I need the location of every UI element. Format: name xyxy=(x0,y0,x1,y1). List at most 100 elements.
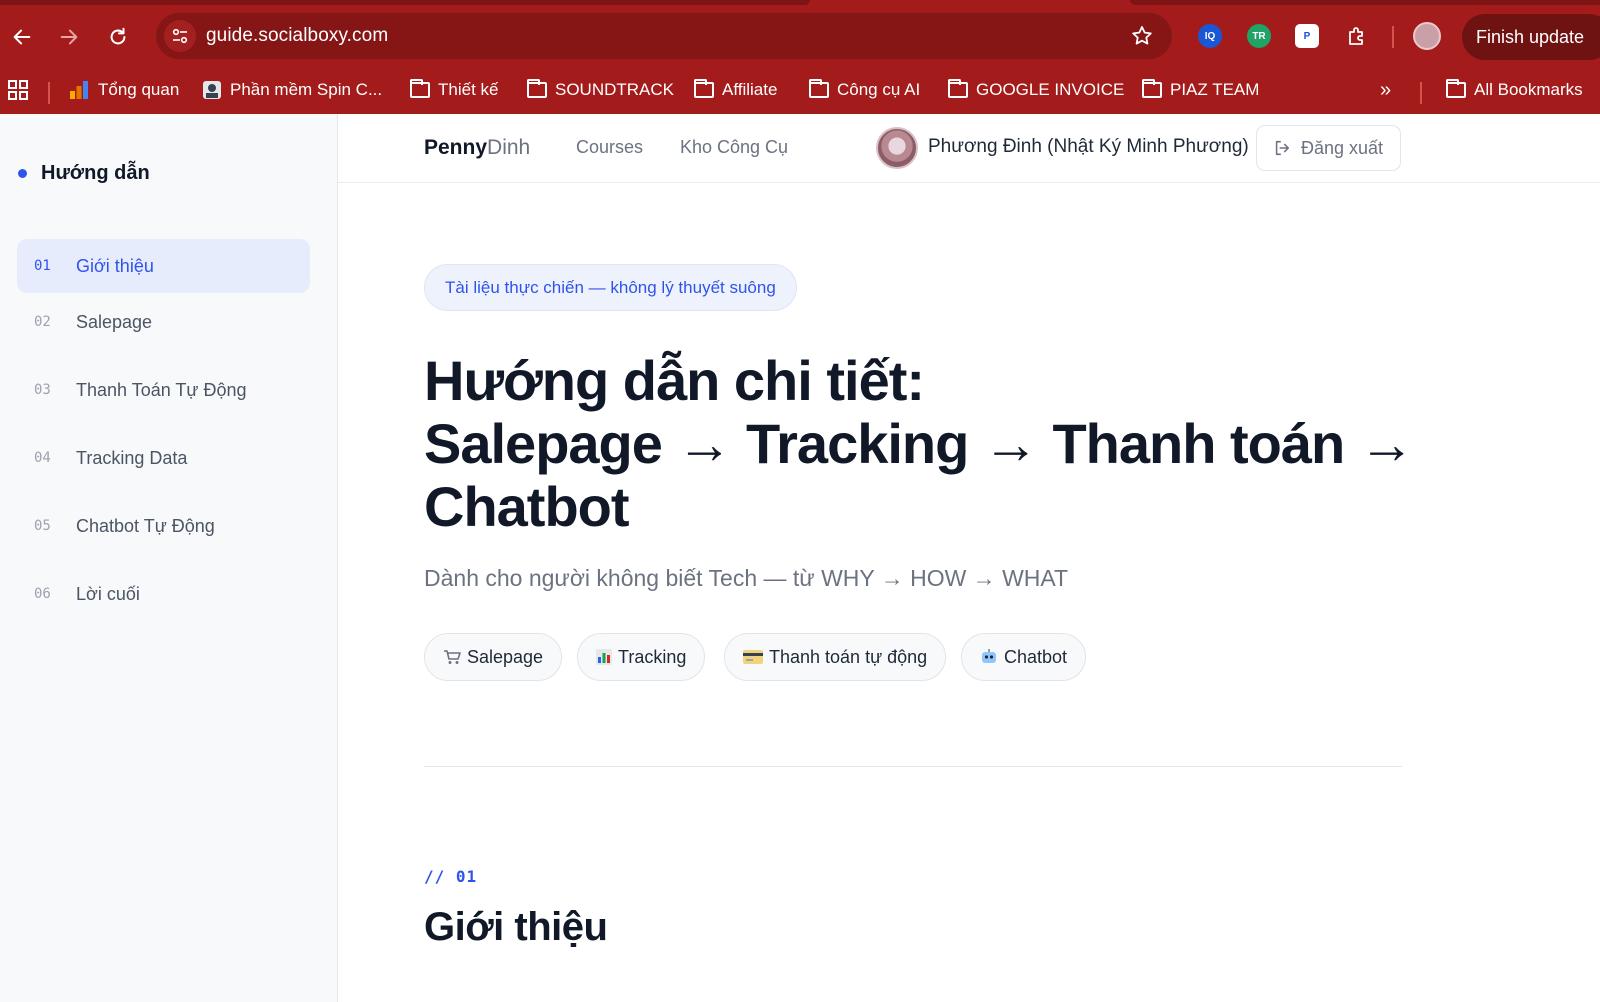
sidebar-item-number: 06 xyxy=(34,586,51,602)
folder-icon xyxy=(809,79,829,98)
sidebar-item-chatbot[interactable]: 05 Chatbot Tự Động xyxy=(17,499,310,553)
sidebar-item-label: Tracking Data xyxy=(76,447,188,468)
apps-grid-icon[interactable] xyxy=(8,76,28,104)
folder-icon xyxy=(1142,79,1162,98)
sidebar-item-gioi-thieu[interactable]: 01 Giới thiệu xyxy=(17,239,310,293)
finish-update-button[interactable]: Finish update xyxy=(1462,14,1600,60)
back-button[interactable] xyxy=(7,22,37,52)
all-bookmarks-button[interactable]: All Bookmarks xyxy=(1446,76,1583,104)
chip-label: Chatbot xyxy=(1004,646,1068,667)
bookmark-cong-cu-ai[interactable]: Công cụ AI xyxy=(809,76,920,104)
user-name[interactable]: Phương Đinh (Nhật Ký Minh Phương) xyxy=(928,136,1249,158)
reload-button[interactable] xyxy=(103,22,133,52)
bookmark-label: Thiết kế xyxy=(438,80,499,99)
bookmark-tong-quan[interactable]: Tổng quan xyxy=(68,76,179,104)
folder-icon xyxy=(527,79,547,98)
sidebar-item-label: Thanh Toán Tự Động xyxy=(76,379,247,400)
p-extension-icon[interactable]: P xyxy=(1295,24,1319,48)
guide-sidebar: Hướng dẫn 01 Giới thiệu 02 Salepage 03 T… xyxy=(0,114,338,1002)
bookmarks-separator xyxy=(48,82,50,104)
bookmarks-separator xyxy=(1420,82,1422,104)
logo-light-text: Dinh xyxy=(487,136,531,159)
address-bar[interactable]: guide.socialboxy.com xyxy=(156,13,1172,59)
reload-icon xyxy=(110,27,126,45)
bookmark-label: Affiliate xyxy=(722,80,778,99)
extensions-puzzle-icon[interactable] xyxy=(1345,24,1369,48)
guide-main-content: Tài liệu thực chiến — không lý thuyết su… xyxy=(338,183,1600,1002)
sidebar-item-label: Giới thiệu xyxy=(76,255,154,276)
chip-tracking[interactable]: Tracking xyxy=(577,633,706,681)
title-line-1: Hướng dẫn chi tiết: xyxy=(424,349,925,412)
sidebar-item-loi-cuoi[interactable]: 06 Lời cuối xyxy=(17,567,310,621)
sidebar-title: Hướng dẫn xyxy=(41,162,150,184)
logout-label: Đăng xuất xyxy=(1301,137,1384,158)
spin-icon xyxy=(203,81,221,99)
bookmark-star-icon[interactable] xyxy=(1130,24,1154,48)
bookmarks-bar: Tổng quan Phần mềm Spin C... Thiết kế SO… xyxy=(0,70,1600,110)
profile-avatar-icon[interactable] xyxy=(1413,22,1441,50)
card-icon xyxy=(743,650,763,664)
folder-icon xyxy=(694,79,714,98)
title-line-2: Salepage → Tracking → Thanh toán → xyxy=(424,412,1415,475)
sidebar-item-tracking[interactable]: 04 Tracking Data xyxy=(17,431,310,485)
sidebar-item-salepage[interactable]: 02 Salepage xyxy=(17,295,310,349)
folder-icon xyxy=(410,79,430,98)
sidebar-item-thanh-toan[interactable]: 03 Thanh Toán Tự Động xyxy=(17,363,310,417)
bookmark-label: PIAZ TEAM xyxy=(1170,80,1260,99)
bookmark-google-invoice[interactable]: GOOGLE INVOICE xyxy=(948,76,1124,104)
translate-extension-icon[interactable]: TR xyxy=(1247,24,1271,48)
sidebar-item-number: 03 xyxy=(34,382,51,398)
iq-extension-icon[interactable]: IQ xyxy=(1198,24,1222,48)
bookmark-label: Công cụ AI xyxy=(837,80,921,99)
tune-icon xyxy=(172,28,188,44)
robot-icon xyxy=(982,649,996,663)
more-bookmarks-chevron-icon[interactable]: » xyxy=(1380,76,1391,104)
bar-chart-icon xyxy=(596,649,612,665)
section-number: // 01 xyxy=(424,867,478,886)
nav-link-kho-cong-cu[interactable]: Kho Công Cụ xyxy=(680,137,788,158)
chip-chatbot[interactable]: Chatbot xyxy=(961,633,1087,681)
chip-thanh-toan[interactable]: Thanh toán tự động xyxy=(724,633,947,681)
logout-icon xyxy=(1275,140,1290,156)
inactive-tab-edge xyxy=(1130,0,1600,5)
hero-tag-badge: Tài liệu thực chiến — không lý thuyết su… xyxy=(424,264,797,311)
page-subtitle: Dành cho người không biết Tech — từ WHY … xyxy=(424,565,1069,591)
bookmark-label: Tổng quan xyxy=(98,80,180,99)
bookmark-phan-mem-spin[interactable]: Phần mềm Spin C... xyxy=(202,76,382,104)
sidebar-item-label: Salepage xyxy=(76,311,153,332)
sidebar-item-number: 04 xyxy=(34,450,51,466)
logout-button[interactable]: Đăng xuất xyxy=(1256,125,1401,171)
page-title: Hướng dẫn chi tiết: Salepage → Tracking … xyxy=(424,349,1574,538)
section-title: Giới thiệu xyxy=(424,905,608,949)
title-line-3: Chatbot xyxy=(424,475,630,538)
chip-label: Salepage xyxy=(467,646,544,667)
sidebar-item-number: 02 xyxy=(34,314,51,330)
nav-link-courses[interactable]: Courses xyxy=(576,137,643,158)
bookmark-soundtrack[interactable]: SOUNDTRACK xyxy=(527,76,674,104)
bookmark-label: All Bookmarks xyxy=(1474,80,1583,99)
bookmark-label: GOOGLE INVOICE xyxy=(976,80,1125,99)
status-dot-icon xyxy=(18,169,27,178)
bookmark-piaz-team[interactable]: PIAZ TEAM xyxy=(1142,76,1259,104)
user-avatar[interactable] xyxy=(876,127,918,169)
site-info-button[interactable] xyxy=(164,20,196,52)
browser-chrome: guide.socialboxy.com IQ TR P Finish upda… xyxy=(0,0,1600,114)
arrow-left-icon xyxy=(13,29,31,45)
site-logo[interactable]: PennyDinh xyxy=(424,136,530,160)
site-header: PennyDinh Courses Kho Công Cụ Phương Đin… xyxy=(338,114,1600,183)
bookmark-affiliate[interactable]: Affiliate xyxy=(694,76,777,104)
sidebar-item-number: 05 xyxy=(34,518,51,534)
logo-bold-text: Penny xyxy=(424,136,488,159)
chip-salepage[interactable]: Salepage xyxy=(424,633,563,681)
url-text[interactable]: guide.socialboxy.com xyxy=(206,25,388,47)
active-tab-edge xyxy=(0,0,810,5)
sidebar-item-label: Chatbot Tự Động xyxy=(76,515,215,536)
forward-button[interactable] xyxy=(54,22,84,52)
folder-icon xyxy=(948,79,968,98)
bookmark-thiet-ke[interactable]: Thiết kế xyxy=(410,76,498,104)
chip-label: Thanh toán tự động xyxy=(769,646,928,667)
arrow-right-icon xyxy=(60,29,78,45)
folder-icon xyxy=(1446,79,1466,98)
tab-strip-edge xyxy=(0,0,1600,5)
toolbar-separator xyxy=(1392,26,1394,48)
